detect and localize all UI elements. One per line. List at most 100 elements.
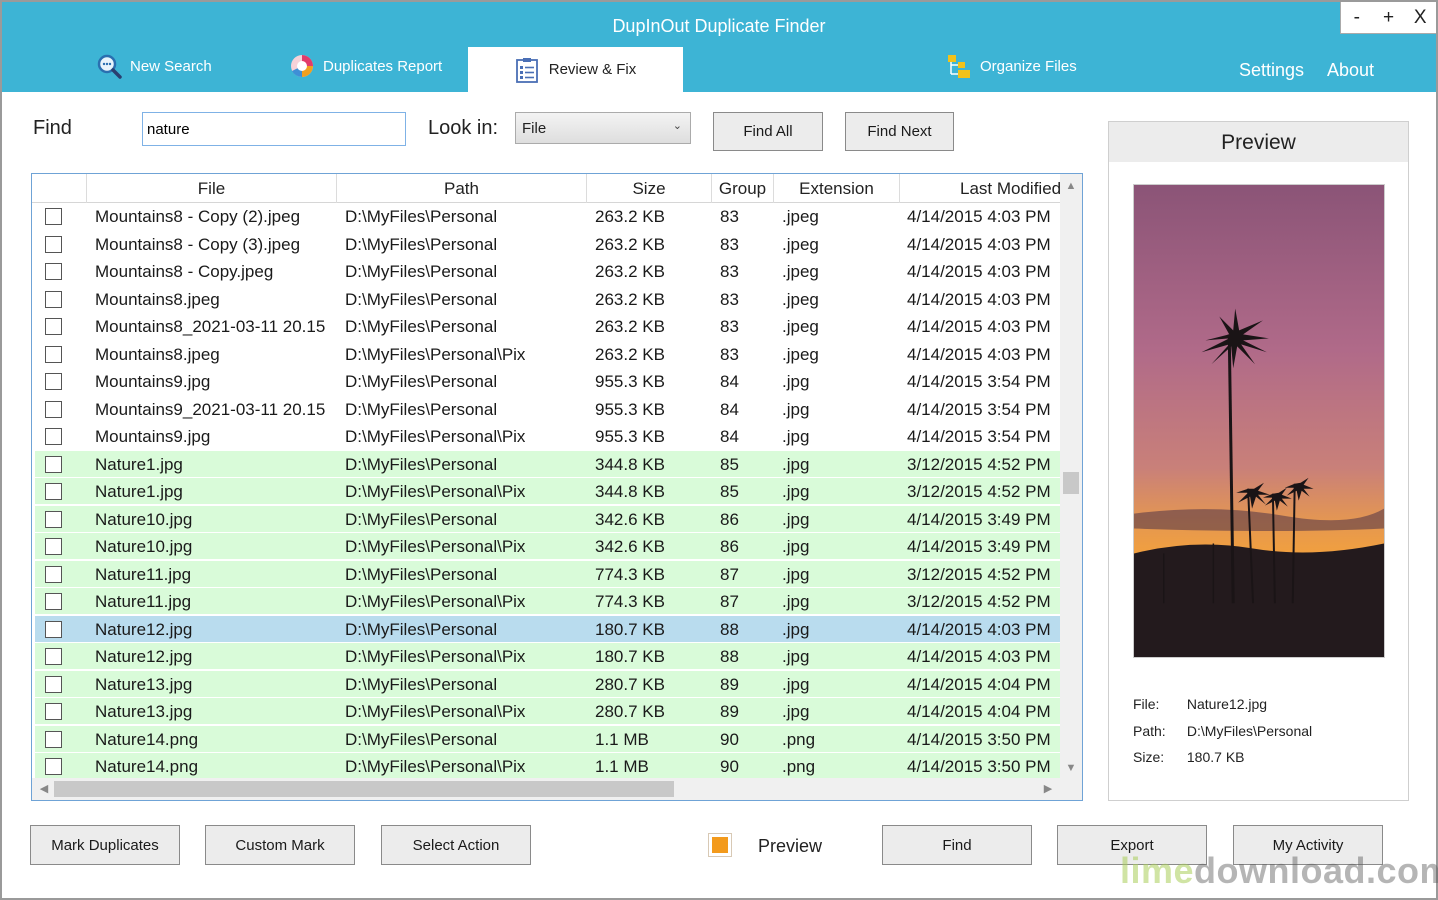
preview-toggle-checkbox[interactable]	[708, 833, 732, 857]
close-button[interactable]: X	[1404, 2, 1436, 33]
cell-ext: .jpeg	[782, 317, 819, 336]
column-header-extension[interactable]: Extension	[774, 174, 900, 203]
row-checkbox[interactable]	[45, 675, 62, 693]
row-checkbox[interactable]	[45, 345, 62, 363]
row-checkbox[interactable]	[45, 593, 62, 610]
cell-group: 90	[720, 757, 739, 776]
tab-organize-files[interactable]: Organize Files	[946, 54, 1077, 78]
mark-duplicates-button[interactable]: Mark Duplicates	[30, 825, 180, 865]
find-next-button[interactable]: Find Next	[845, 112, 954, 151]
cell-size: 774.3 KB	[595, 564, 665, 584]
column-header-path[interactable]: Path	[337, 174, 587, 203]
custom-mark-button[interactable]: Custom Mark	[205, 825, 355, 865]
preview-file-label: File:	[1133, 696, 1160, 712]
cell-group: 84	[720, 427, 739, 446]
cell-size: 342.6 KB	[595, 537, 665, 556]
results-grid: File Path Size Group Extension Last Modi…	[31, 173, 1083, 801]
window-controls: - + X	[1340, 2, 1436, 34]
row-checkbox[interactable]	[45, 373, 62, 390]
table-row[interactable]: Mountains8.jpeg D:\MyFiles\Personal\Pix 26…	[35, 340, 1060, 368]
vertical-scroll-thumb[interactable]	[1063, 472, 1079, 494]
find-input[interactable]	[142, 112, 406, 146]
row-checkbox[interactable]	[45, 648, 62, 665]
row-checkbox[interactable]	[45, 208, 62, 225]
table-row[interactable]: Nature13.jpg D:\MyFiles\Personal 280.7 KB 8…	[35, 670, 1060, 698]
column-header-last-modified[interactable]: Last Modified	[900, 174, 1060, 203]
row-checkbox[interactable]	[45, 758, 62, 775]
about-link[interactable]: About	[1327, 60, 1374, 81]
scroll-left-icon[interactable]: ◀	[34, 778, 54, 800]
table-row[interactable]: Mountains8 - Copy (2).jpeg D:\MyFiles\Per…	[35, 203, 1060, 230]
column-header-size[interactable]: Size	[587, 174, 712, 203]
cell-path: D:\MyFiles\Personal	[345, 509, 498, 529]
row-checkbox[interactable]	[45, 400, 62, 418]
row-checkbox[interactable]	[45, 428, 62, 445]
table-row[interactable]: Mountains9.jpg D:\MyFiles\Personal 955.3 K…	[35, 368, 1060, 395]
cell-size: 344.8 KB	[595, 454, 665, 474]
minimize-button[interactable]: -	[1341, 2, 1373, 33]
row-checkbox[interactable]	[45, 235, 62, 253]
cell-file: Mountains9.jpg	[95, 427, 211, 446]
cell-path: D:\MyFiles\Personal\Pix	[345, 757, 526, 776]
table-row[interactable]: Mountains9_2021-03-11 20.15 D:\MyFiles\Pe…	[35, 395, 1060, 423]
table-row[interactable]: Nature14.png D:\MyFiles\Personal\Pix 1.1 M…	[35, 753, 1060, 780]
tab-duplicates-report[interactable]: Duplicates Report	[289, 54, 442, 78]
tab-review-fix[interactable]: Review & Fix	[468, 47, 683, 92]
table-row[interactable]: Mountains8.jpeg D:\MyFiles\Personal 263.2 …	[35, 285, 1060, 313]
cell-size: 955.3 KB	[595, 427, 665, 446]
column-header-file[interactable]: File	[87, 174, 337, 203]
scroll-right-icon[interactable]: ▶	[1038, 778, 1058, 800]
find-all-button[interactable]: Find All	[713, 112, 823, 151]
settings-link[interactable]: Settings	[1239, 60, 1304, 81]
row-checkbox[interactable]	[45, 538, 62, 555]
scroll-down-icon[interactable]: ▼	[1060, 758, 1082, 778]
cell-file: Nature11.jpg	[95, 564, 192, 584]
table-row[interactable]: Nature10.jpg D:\MyFiles\Personal 342.6 KB 8…	[35, 505, 1060, 533]
row-checkbox[interactable]	[45, 620, 62, 638]
row-checkbox[interactable]	[45, 483, 62, 500]
cell-group: 83	[720, 262, 739, 281]
find-label: Find	[33, 117, 72, 139]
cell-modified: 4/14/2015 4:03 PM	[907, 344, 1051, 364]
row-checkbox[interactable]	[45, 455, 62, 473]
table-row[interactable]: Nature14.png D:\MyFiles\Personal 1.1 MB 90.…	[35, 725, 1060, 753]
row-checkbox[interactable]	[45, 565, 62, 583]
horizontal-scroll-thumb[interactable]	[54, 781, 674, 797]
find-button[interactable]: Find	[882, 825, 1032, 865]
row-checkbox[interactable]	[45, 263, 62, 280]
table-row[interactable]: Nature11.jpg D:\MyFiles\Personal 774.3 KB 8…	[35, 560, 1060, 588]
row-checkbox[interactable]	[45, 318, 62, 335]
cell-group: 85	[720, 454, 739, 474]
preview-file-info: File: Nature12.jpg	[1133, 696, 1267, 712]
cell-ext: .jpg	[782, 427, 810, 446]
app-title: DupInOut Duplicate Finder	[612, 16, 826, 36]
look-in-select[interactable]: File ⌄	[515, 112, 691, 144]
table-row[interactable]: Mountains8 - Copy (3).jpeg D:\MyFiles\Per…	[35, 230, 1060, 258]
table-row[interactable]: Nature12.jpg D:\MyFiles\Personal 180.7 KB 8…	[35, 615, 1060, 643]
cell-file: Nature12.jpg	[95, 647, 193, 666]
select-action-button[interactable]: Select Action	[381, 825, 531, 865]
horizontal-scrollbar[interactable]: ◀ ▶	[32, 778, 1082, 800]
cell-size: 344.8 KB	[595, 482, 665, 501]
table-row[interactable]: Nature11.jpg D:\MyFiles\Personal\Pix 774.3…	[35, 588, 1060, 615]
table-row[interactable]: Mountains8_2021-03-11 20.15 D:\MyFiles\Pe…	[35, 313, 1060, 340]
row-checkbox[interactable]	[45, 290, 62, 308]
vertical-scrollbar[interactable]: ▲ ▼	[1060, 174, 1082, 780]
table-row[interactable]: Nature12.jpg D:\MyFiles\Personal\Pix 180.7…	[35, 643, 1060, 670]
column-header-group[interactable]: Group	[712, 174, 774, 203]
table-row[interactable]: Nature10.jpg D:\MyFiles\Personal\Pix 342.6…	[35, 533, 1060, 560]
row-checkbox[interactable]	[45, 703, 62, 720]
row-checkbox[interactable]	[45, 510, 62, 528]
table-row[interactable]: Nature1.jpg D:\MyFiles\Personal\Pix 344.8 …	[35, 478, 1060, 505]
maximize-button[interactable]: +	[1373, 2, 1405, 33]
table-row[interactable]: Nature13.jpg D:\MyFiles\Personal\Pix 280.7…	[35, 698, 1060, 725]
cell-size: 180.7 KB	[595, 619, 665, 639]
table-row[interactable]: Nature1.jpg D:\MyFiles\Personal 344.8 KB 85…	[35, 450, 1060, 478]
pie-chart-icon	[291, 55, 313, 78]
tab-new-search[interactable]: New Search	[96, 54, 212, 79]
scroll-up-icon[interactable]: ▲	[1060, 176, 1082, 196]
row-checkbox[interactable]	[45, 730, 62, 748]
cell-size: 774.3 KB	[595, 592, 665, 611]
table-row[interactable]: Mountains8 - Copy.jpeg D:\MyFiles\Persona…	[35, 258, 1060, 285]
table-row[interactable]: Mountains9.jpg D:\MyFiles\Personal\Pix 955…	[35, 423, 1060, 450]
